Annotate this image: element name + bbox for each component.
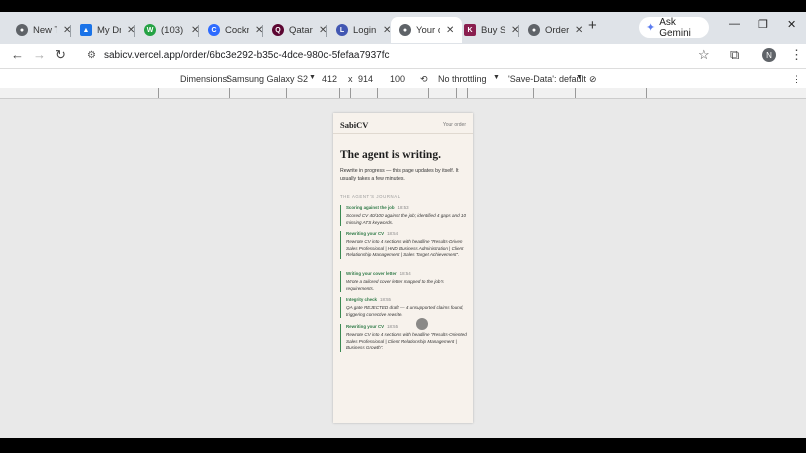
bookmark-star-icon[interactable]: ☆ bbox=[698, 47, 710, 63]
back-arrow-icon[interactable]: ← bbox=[11, 47, 24, 62]
status-subtitle: Rewrite in progress — this page updates … bbox=[340, 168, 459, 182]
cockroach-icon: C bbox=[208, 24, 220, 36]
tab-login[interactable]: L Login ✕ bbox=[328, 17, 399, 43]
entry-time: 18:54 bbox=[399, 271, 411, 276]
ask-gemini-label: Ask Gemini bbox=[659, 16, 691, 39]
entry-title: Rewriting your CV bbox=[346, 231, 385, 236]
width-input[interactable]: 412 bbox=[322, 74, 337, 84]
tab-your-order[interactable]: ● Your order ✕ bbox=[391, 17, 463, 43]
tab-order[interactable]: ● Order ✕ bbox=[520, 17, 591, 43]
tab-new-tab[interactable]: ● New Tab ✕ bbox=[8, 17, 79, 43]
address-bar[interactable]: ⚙ sabicv.vercel.app/order/6bc3e292-b35c-… bbox=[80, 45, 720, 66]
tab-qatar[interactable]: Q Qatar ✕ bbox=[264, 17, 335, 43]
avatar[interactable]: N bbox=[762, 48, 776, 62]
your-order-link[interactable]: Your order bbox=[443, 122, 466, 128]
journal-entry: Rewriting your CV 18:54 Rewrote CV into 4… bbox=[340, 231, 468, 259]
entry-body: QA gate REJECTED draft — 4 unsupported c… bbox=[346, 305, 464, 317]
tab-divider bbox=[518, 25, 519, 37]
gemini-sparkle-icon: ✦ bbox=[646, 22, 656, 34]
tab-title: Login bbox=[353, 24, 377, 36]
page-title: The agent is writing. bbox=[340, 149, 441, 161]
url-text: sabicv.vercel.app/order/6bc3e292-b35c-4d… bbox=[103, 50, 390, 61]
journal-entry: Scoring against the job 18:53 Scored CV 4… bbox=[340, 205, 468, 227]
tab-title: Cockroach bbox=[225, 24, 249, 36]
reload-icon[interactable]: ↻ bbox=[55, 47, 66, 63]
browser-window: ● New Tab ✕ ▲ My Drive ✕ W (103) ✕ C Coc… bbox=[0, 0, 806, 453]
qatar-icon: Q bbox=[272, 24, 284, 36]
journal-label: THE AGENT'S JOURNAL bbox=[340, 194, 401, 199]
zoom-select[interactable]: 100% bbox=[390, 74, 405, 84]
tab-buy[interactable]: K Buy S ✕ bbox=[456, 17, 527, 43]
entry-time: 18:55 bbox=[387, 324, 399, 329]
store-icon: K bbox=[464, 24, 476, 36]
close-window-icon[interactable]: ✕ bbox=[787, 18, 796, 31]
chrome-icon: ● bbox=[528, 24, 540, 36]
times-label: x bbox=[348, 74, 353, 84]
menu-dots-icon[interactable]: ⋮ bbox=[790, 47, 803, 63]
journal-entry: Integrity check 18:55 QA gate REJECTED dr… bbox=[340, 297, 468, 319]
device-select[interactable]: Samsung Galaxy S20 Ultra bbox=[226, 74, 308, 84]
tab-title: New Tab bbox=[33, 24, 57, 36]
tab-title: My Drive bbox=[97, 24, 121, 36]
tab-divider bbox=[198, 25, 199, 37]
tab-title: Order bbox=[545, 24, 569, 36]
entry-title: Integrity check bbox=[346, 297, 377, 302]
tab-divider bbox=[134, 25, 135, 37]
emulated-page: SabiCV Your order The agent is writing. … bbox=[333, 113, 473, 423]
minimize-icon[interactable]: — bbox=[729, 18, 740, 30]
entry-time: 18:55 bbox=[380, 297, 391, 302]
tab-title: (103) bbox=[161, 24, 184, 36]
tab-divider bbox=[70, 25, 71, 37]
journal-entry: Rewriting your CV 18:55 Rewrote CV into 4… bbox=[340, 324, 468, 352]
sensors-icon[interactable]: ⊘ bbox=[589, 74, 597, 85]
forward-arrow-icon[interactable]: → bbox=[33, 47, 46, 62]
media-query-ruler bbox=[0, 88, 806, 99]
device-toolbar: Dimensions: Samsung Galaxy S20 Ultra ▼ 4… bbox=[0, 68, 806, 88]
entry-title: Writing your cover letter bbox=[346, 271, 397, 276]
journal-entry: Writing your cover letter 18:54 Wrote a t… bbox=[340, 271, 468, 293]
chrome-icon: ● bbox=[16, 24, 28, 36]
touch-cursor bbox=[416, 318, 428, 330]
tab-title: Buy S bbox=[481, 24, 505, 36]
login-icon: L bbox=[336, 24, 348, 36]
save-data-select[interactable]: 'Save-Data': default bbox=[508, 74, 586, 84]
throttling-select[interactable]: No throttling bbox=[438, 74, 487, 84]
dimensions-label: Dimensions: bbox=[180, 74, 230, 84]
whatsapp-icon: W bbox=[144, 24, 156, 36]
ask-gemini-button[interactable]: ✦ Ask Gemini bbox=[639, 16, 709, 39]
site-info-icon[interactable]: ⚙ bbox=[87, 50, 96, 61]
chevron-down-icon: ▼ bbox=[309, 74, 316, 81]
rotate-icon[interactable]: ⟲ bbox=[420, 74, 428, 85]
header-divider bbox=[333, 133, 473, 134]
entry-time: 18:53 bbox=[397, 205, 409, 210]
entry-body: Rewrote CV into 4 sections with headline… bbox=[346, 239, 464, 258]
entry-body: Wrote a tailored cover letter mapped to … bbox=[346, 279, 444, 291]
restore-icon[interactable]: ❐ bbox=[758, 18, 768, 31]
tab-title: Qatar bbox=[289, 24, 313, 36]
chevron-down-icon: ▼ bbox=[493, 74, 500, 81]
tab-my-drive[interactable]: ▲ My Drive ✕ bbox=[72, 17, 143, 43]
tab-title: Your order bbox=[416, 24, 440, 36]
google-drive-icon: ▲ bbox=[80, 24, 92, 36]
more-options-icon[interactable]: ⋮ bbox=[792, 74, 801, 85]
bottom-black-bar bbox=[0, 438, 806, 453]
extensions-icon[interactable]: ⧉ bbox=[730, 47, 739, 63]
entry-body: Scored CV 40/100 against the job; identi… bbox=[346, 213, 467, 225]
tab-whatsapp[interactable]: W (103) ✕ bbox=[136, 17, 207, 43]
new-tab-plus-icon[interactable]: + bbox=[588, 17, 597, 34]
chevron-down-icon: ▼ bbox=[576, 74, 583, 81]
tab-divider bbox=[262, 25, 263, 37]
tab-divider bbox=[326, 25, 327, 37]
entry-time: 18:54 bbox=[387, 231, 399, 236]
top-black-bar bbox=[0, 0, 806, 12]
entry-title: Rewriting your CV bbox=[346, 324, 385, 329]
chrome-icon: ● bbox=[399, 24, 411, 36]
close-icon[interactable]: ✕ bbox=[575, 25, 583, 36]
entry-title: Scoring against the job bbox=[346, 205, 395, 210]
close-icon[interactable]: ✕ bbox=[446, 25, 454, 36]
brand-logo[interactable]: SabiCV bbox=[340, 120, 368, 130]
entry-body: Rewrote CV into 4 sections with headline… bbox=[346, 332, 467, 351]
height-input[interactable]: 914 bbox=[358, 74, 373, 84]
tab-cockroach[interactable]: C Cockroach ✕ bbox=[200, 17, 271, 43]
